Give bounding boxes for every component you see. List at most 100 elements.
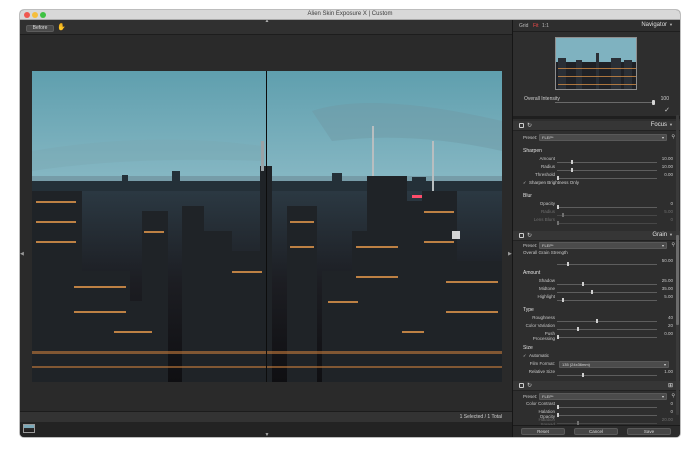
grain-type-slider[interactable] (557, 327, 657, 331)
collapse-top-arrow-icon[interactable]: ▲ (264, 19, 270, 24)
grain-toggle-icon[interactable] (519, 233, 524, 238)
grain-preset-search-icon[interactable]: ⚲ (671, 242, 675, 248)
blur-value[interactable]: 0 (670, 201, 673, 206)
collapse-bottom-arrow-icon[interactable]: ▼ (264, 433, 270, 438)
focus-title[interactable]: Focus ▼ (651, 122, 673, 128)
blur-label: Opacity (539, 201, 555, 206)
cancel-button[interactable]: Cancel (574, 428, 618, 435)
grain-type-value[interactable]: 40 (668, 315, 673, 320)
sharpen-value[interactable]: 10.00 (662, 156, 673, 161)
focus-toggle-icon[interactable] (519, 123, 524, 128)
relative-size-row: Relative Size 1.00 (513, 369, 680, 377)
slider-knob[interactable] (566, 262, 569, 266)
nav-tab-1-1[interactable]: 1:1 (542, 23, 549, 29)
film-format-select[interactable]: 135 (24x36mm) ▾ (559, 361, 669, 368)
slider-knob[interactable] (557, 335, 559, 339)
blur-row: Lens Blurs 0 (513, 217, 680, 225)
collapse-left-arrow-icon[interactable]: ◀ (20, 251, 24, 257)
color-value[interactable]: 20.00 (662, 417, 673, 422)
color-slider[interactable] (557, 421, 657, 425)
grain-amount-value[interactable]: 35.00 (662, 286, 673, 291)
nav-tab-fit[interactable]: Fit (533, 23, 539, 29)
save-button[interactable]: Save (627, 428, 671, 435)
before-after-split-line[interactable] (266, 71, 267, 382)
navigator-preview[interactable] (555, 37, 637, 90)
grain-type-value[interactable]: 20 (668, 323, 673, 328)
relative-size-slider[interactable] (557, 373, 657, 377)
blur-slider[interactable] (557, 221, 657, 225)
grain-section-header[interactable]: ↻ Grain ▼ (513, 231, 680, 241)
sharpen-row: Amount 10.00 (513, 156, 680, 164)
grain-size-title: Size (523, 345, 533, 351)
sharpen-value[interactable]: 0.00 (664, 172, 673, 177)
chevron-down-icon: ▾ (661, 135, 664, 140)
grain-type-slider[interactable] (557, 335, 657, 339)
grain-amount-value[interactable]: 5.00 (664, 294, 673, 299)
grain-amount-slider[interactable] (557, 298, 657, 302)
grain-type-value[interactable]: 0.00 (664, 331, 673, 336)
grain-reset-icon[interactable]: ↻ (527, 232, 532, 239)
relative-size-value[interactable]: 1.00 (664, 369, 673, 374)
color-reset-icon[interactable]: ↻ (527, 382, 532, 389)
panel-scrollbar[interactable] (676, 115, 679, 415)
magic-wand-icon[interactable]: ✓ (664, 106, 670, 114)
grain-type-row: Push Processing 0.00 (513, 331, 680, 341)
overall-grain-slider[interactable] (557, 262, 657, 266)
color-value[interactable]: 0 (670, 401, 673, 406)
slider-knob[interactable] (557, 221, 559, 225)
color-preset-search-icon[interactable]: ⚲ (671, 393, 675, 399)
sharpen-slider[interactable] (557, 176, 657, 180)
blur-slider[interactable] (557, 205, 657, 209)
before-after-button[interactable]: Before (26, 25, 54, 32)
focus-reset-icon[interactable]: ↻ (527, 122, 532, 129)
overall-grain-value[interactable]: 50.00 (662, 258, 673, 263)
panel-divider[interactable] (513, 116, 680, 119)
navigator-header: Grid Fit 1:1 Navigator ▼ (513, 20, 680, 32)
overall-intensity-value[interactable]: 100 (661, 96, 669, 102)
sharpen-label: Radius (540, 164, 555, 169)
overall-grain-label: Overall Grain Strength (523, 250, 568, 255)
sharpen-title: Sharpen (523, 148, 542, 154)
sharpen-value[interactable]: 10.00 (662, 164, 673, 169)
panel-scroll-thumb[interactable] (676, 235, 679, 325)
grain-amount-row: Midtone 35.00 (513, 286, 680, 294)
color-slider[interactable] (557, 413, 657, 417)
blur-slider[interactable] (557, 213, 657, 217)
grain-amount-slider[interactable] (557, 282, 657, 286)
color-section-header[interactable]: ↻ ⊞ (513, 381, 680, 391)
nav-tab-grid[interactable]: Grid (519, 23, 528, 29)
slider-knob[interactable] (561, 298, 564, 302)
grain-amount-value[interactable]: 25.00 (662, 278, 673, 283)
grain-type-label: Push Processing (532, 331, 555, 341)
blur-label: Lens Blurs (533, 217, 555, 222)
focus-preset-search-icon[interactable]: ⚲ (671, 134, 675, 140)
grain-amount-slider[interactable] (557, 290, 657, 294)
color-toggle-icon[interactable] (519, 383, 524, 388)
blur-value[interactable]: 0 (670, 217, 673, 222)
sharpen-slider[interactable] (557, 160, 657, 164)
focus-section-header[interactable]: ↻ Focus ▼ (513, 121, 680, 131)
photo-canvas[interactable]: ◀ ▶ (20, 35, 512, 411)
grain-amount-label: Shadow (538, 278, 555, 283)
sharpen-slider[interactable] (557, 168, 657, 172)
color-slider[interactable] (557, 405, 657, 409)
overall-intensity-knob[interactable] (652, 100, 655, 105)
color-section-menu-icon[interactable]: ⊞ (668, 382, 673, 389)
filmstrip-thumbnail[interactable] (23, 424, 35, 433)
sharpen-brightness-checkbox[interactable]: ✓ Sharpen Brightness Only (523, 180, 579, 185)
grain-title[interactable]: Grain ▼ (652, 232, 673, 238)
reset-button[interactable]: Reset (521, 428, 565, 435)
blur-value[interactable]: 5.00 (664, 209, 673, 214)
color-value[interactable]: 0 (670, 409, 673, 414)
automatic-checkbox[interactable]: ✓ Automatic (523, 353, 549, 358)
chevron-down-icon: ▼ (669, 22, 673, 27)
grain-type-slider[interactable] (557, 319, 657, 323)
overall-intensity-slider[interactable] (555, 100, 655, 105)
focus-preset-select[interactable]: FLEP* ▾ (539, 134, 667, 141)
color-preset-select[interactable]: FLEP* ▾ (539, 393, 667, 400)
navigator-title[interactable]: Navigator ▼ (641, 22, 673, 28)
grain-preset-select[interactable]: FLEP* ▾ (539, 242, 667, 249)
sharpen-row: Threshold 0.00 (513, 172, 680, 180)
slider-knob[interactable] (581, 373, 584, 377)
hand-tool-icon[interactable]: ✋ (57, 24, 66, 32)
